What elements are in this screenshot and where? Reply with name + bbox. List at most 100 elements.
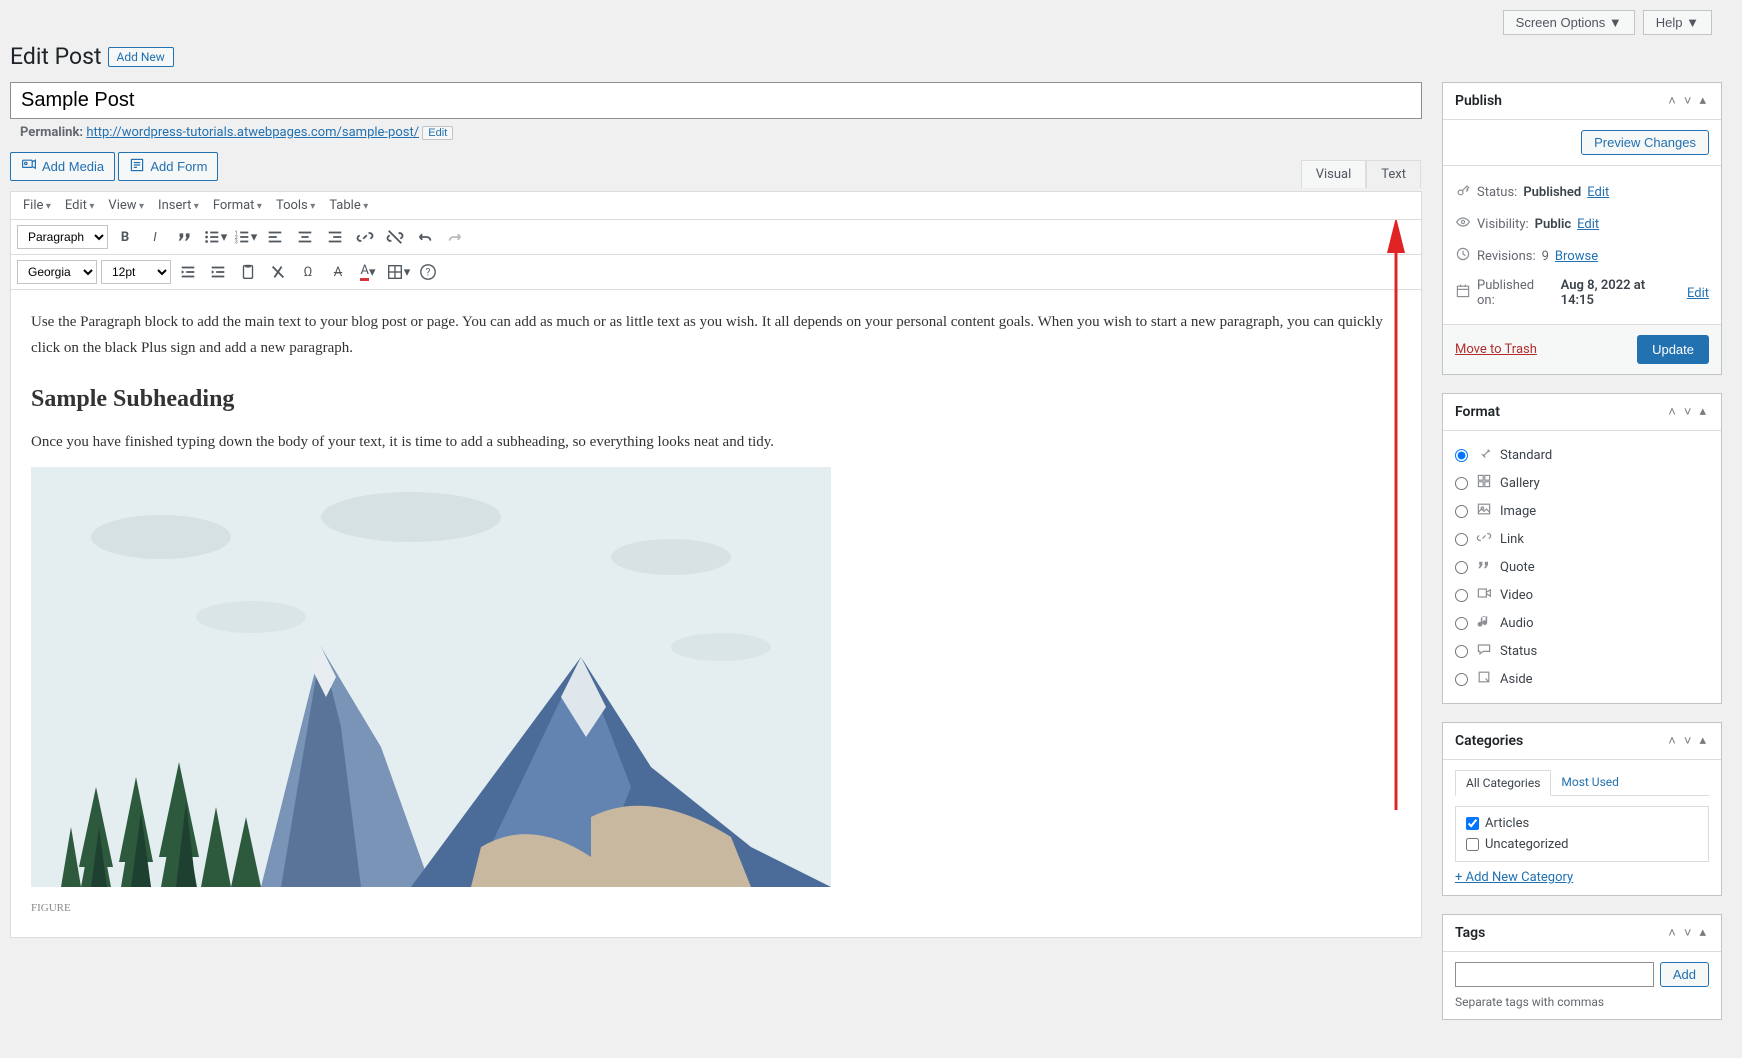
tab-most-used[interactable]: Most Used — [1551, 770, 1629, 795]
tab-visual[interactable]: Visual — [1301, 160, 1367, 188]
chevron-up-icon[interactable]: ˄ — [1665, 733, 1679, 749]
camera-music-icon — [21, 157, 37, 176]
caret-up-icon[interactable]: ▴ — [1696, 925, 1709, 941]
format-standard[interactable]: Standard — [1455, 441, 1709, 469]
redo-button[interactable] — [442, 224, 468, 250]
screen-options-button[interactable]: Screen Options ▼ — [1503, 10, 1635, 35]
menu-edit[interactable]: Edit — [59, 196, 101, 215]
calendar-icon — [1455, 283, 1471, 303]
bullet-list-button[interactable]: ▾ — [202, 224, 228, 250]
quote-icon — [1476, 557, 1492, 577]
content-image[interactable] — [31, 467, 1401, 897]
add-form-button[interactable]: Add Form — [118, 152, 218, 181]
fontsize-select[interactable]: 12pt — [101, 260, 171, 284]
format-audio[interactable]: Audio — [1455, 609, 1709, 637]
format-quote[interactable]: Quote — [1455, 553, 1709, 581]
tab-all-categories[interactable]: All Categories — [1455, 770, 1551, 796]
clear-format-button[interactable] — [265, 259, 291, 285]
paste-button[interactable] — [235, 259, 261, 285]
align-center-button[interactable] — [292, 224, 318, 250]
add-new-button[interactable]: Add New — [108, 47, 174, 67]
chevron-down-icon[interactable]: ˅ — [1681, 93, 1695, 109]
publish-box: Publish ˄˅▴ Preview Changes Status: Publ… — [1442, 82, 1722, 375]
gallery-icon — [1476, 473, 1492, 493]
text-color-button[interactable]: A▾ — [355, 259, 381, 285]
svg-text:?: ? — [426, 268, 431, 279]
menu-view[interactable]: View — [102, 196, 150, 215]
menu-table[interactable]: Table — [323, 196, 374, 215]
tab-text[interactable]: Text — [1366, 160, 1421, 188]
format-link[interactable]: Link — [1455, 525, 1709, 553]
paragraph-select[interactable]: Paragraph — [17, 225, 108, 249]
unlink-button[interactable] — [382, 224, 408, 250]
update-button[interactable]: Update — [1637, 335, 1709, 364]
editor-content[interactable]: Use the Paragraph block to add the main … — [11, 290, 1421, 937]
permalink-link[interactable]: http://wordpress-tutorials.atwebpages.co… — [86, 125, 419, 140]
format-aside[interactable]: Aside — [1455, 665, 1709, 693]
special-char-button[interactable]: Ω — [295, 259, 321, 285]
help-icon-button[interactable]: ? — [415, 259, 441, 285]
key-icon — [1455, 182, 1471, 202]
menu-insert[interactable]: Insert — [152, 196, 205, 215]
caret-up-icon[interactable]: ▴ — [1696, 733, 1709, 749]
link-icon — [1476, 529, 1492, 549]
format-status[interactable]: Status — [1455, 637, 1709, 665]
indent-button[interactable] — [205, 259, 231, 285]
tags-help: Separate tags with commas — [1455, 995, 1709, 1009]
form-icon — [129, 157, 145, 176]
chevron-down-icon[interactable]: ˅ — [1681, 733, 1695, 749]
categories-box: Categories ˄˅▴ All Categories Most Used … — [1442, 722, 1722, 896]
edit-date-link[interactable]: Edit — [1687, 286, 1709, 301]
cat-uncategorized[interactable]: Uncategorized — [1456, 834, 1708, 855]
browse-revisions-link[interactable]: Browse — [1555, 249, 1598, 264]
revisions-icon — [1455, 246, 1471, 266]
tags-box: Tags ˄˅▴ Add Separate tags with commas — [1442, 914, 1722, 1020]
format-box: Format ˄˅▴ Standard Gallery Image Link Q… — [1442, 393, 1722, 704]
add-tag-button[interactable]: Add — [1660, 962, 1709, 987]
align-right-button[interactable] — [322, 224, 348, 250]
link-button[interactable] — [352, 224, 378, 250]
chevron-up-icon[interactable]: ˄ — [1665, 93, 1679, 109]
caret-up-icon[interactable]: ▴ — [1696, 93, 1709, 109]
eye-icon — [1455, 214, 1471, 234]
chevron-up-icon[interactable]: ˄ — [1665, 925, 1679, 941]
help-button[interactable]: Help ▼ — [1643, 10, 1712, 35]
preview-changes-button[interactable]: Preview Changes — [1581, 130, 1709, 155]
chevron-down-icon[interactable]: ˅ — [1681, 404, 1695, 420]
add-category-link[interactable]: + Add New Category — [1455, 870, 1709, 885]
format-gallery[interactable]: Gallery — [1455, 469, 1709, 497]
cat-articles[interactable]: Articles — [1456, 813, 1708, 834]
page-title: Edit Post — [10, 43, 102, 70]
menu-format[interactable]: Format — [207, 196, 268, 215]
italic-button[interactable]: I — [142, 224, 168, 250]
caret-up-icon[interactable]: ▴ — [1696, 404, 1709, 420]
undo-button[interactable] — [412, 224, 438, 250]
blockquote-button[interactable] — [172, 224, 198, 250]
edit-permalink-button[interactable]: Edit — [422, 126, 453, 140]
strikethrough-button[interactable]: A — [325, 259, 351, 285]
menu-file[interactable]: File — [17, 196, 57, 215]
outdent-button[interactable] — [175, 259, 201, 285]
svg-text:3: 3 — [235, 239, 238, 245]
post-title-input[interactable] — [10, 82, 1422, 119]
menu-tools[interactable]: Tools — [270, 196, 321, 215]
format-image[interactable]: Image — [1455, 497, 1709, 525]
image-icon — [1476, 501, 1492, 521]
chevron-up-icon[interactable]: ˄ — [1665, 404, 1679, 420]
align-left-button[interactable] — [262, 224, 288, 250]
audio-icon — [1476, 613, 1492, 633]
chevron-down-icon[interactable]: ˅ — [1681, 925, 1695, 941]
permalink-row: Permalink: http://wordpress-tutorials.at… — [10, 125, 1422, 140]
figure-label: FIGURE — [31, 899, 1401, 918]
bold-button[interactable]: B — [112, 224, 138, 250]
table-button[interactable]: ▾ — [385, 259, 411, 285]
font-select[interactable]: Georgia — [17, 260, 97, 284]
tags-input[interactable] — [1455, 962, 1654, 987]
edit-visibility-link[interactable]: Edit — [1577, 217, 1599, 232]
video-icon — [1476, 585, 1492, 605]
format-video[interactable]: Video — [1455, 581, 1709, 609]
add-media-button[interactable]: Add Media — [10, 152, 115, 181]
edit-status-link[interactable]: Edit — [1587, 185, 1609, 200]
number-list-button[interactable]: 123▾ — [232, 224, 258, 250]
move-to-trash-link[interactable]: Move to Trash — [1455, 342, 1537, 357]
